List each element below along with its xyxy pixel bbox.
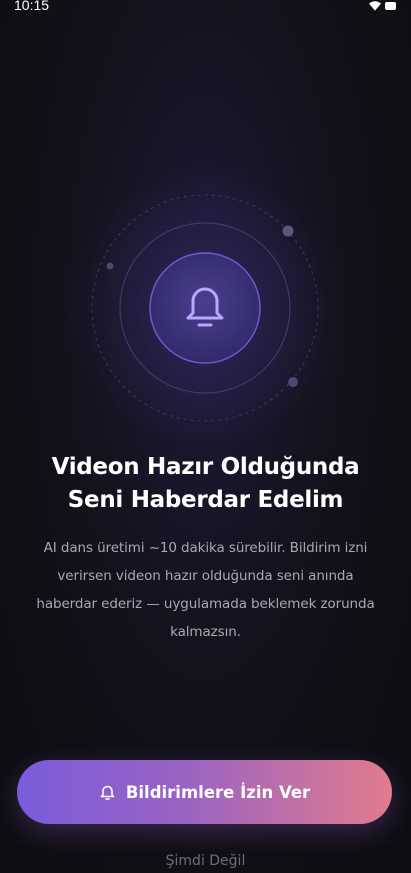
orbit-dot <box>288 377 298 387</box>
skip-button[interactable]: Şimdi Değil <box>0 853 411 869</box>
description-line-2: verirsen videon hazır olduğunda seni anı… <box>57 568 354 584</box>
bell-icon <box>100 785 115 800</box>
allow-button-label: Bildirimlere İzin Ver <box>125 782 311 802</box>
notification-illustration <box>65 168 345 440</box>
description-line-1: AI dans üretimi ~10 dakika sürebilir. Bi… <box>43 540 368 556</box>
description-line-3: haberdar ederiz — uygulamada beklemek zo… <box>36 596 375 612</box>
description-line-4: kalmazsın. <box>170 624 241 640</box>
title-line-2: Seni Haberdar Edelim <box>67 487 344 513</box>
orbit-dot <box>282 225 294 237</box>
title-line-1: Videon Hazır Olduğunda <box>51 454 360 480</box>
orbit-dot <box>106 262 114 270</box>
inner-circle <box>149 252 261 364</box>
allow-notifications-button[interactable]: Bildirimlere İzin Ver <box>17 760 392 824</box>
description: AI dans üretimi ~10 dakika sürebilir. Bi… <box>0 534 411 646</box>
page-title: Videon Hazır Olduğunda Seni Haberdar Ede… <box>0 451 411 517</box>
